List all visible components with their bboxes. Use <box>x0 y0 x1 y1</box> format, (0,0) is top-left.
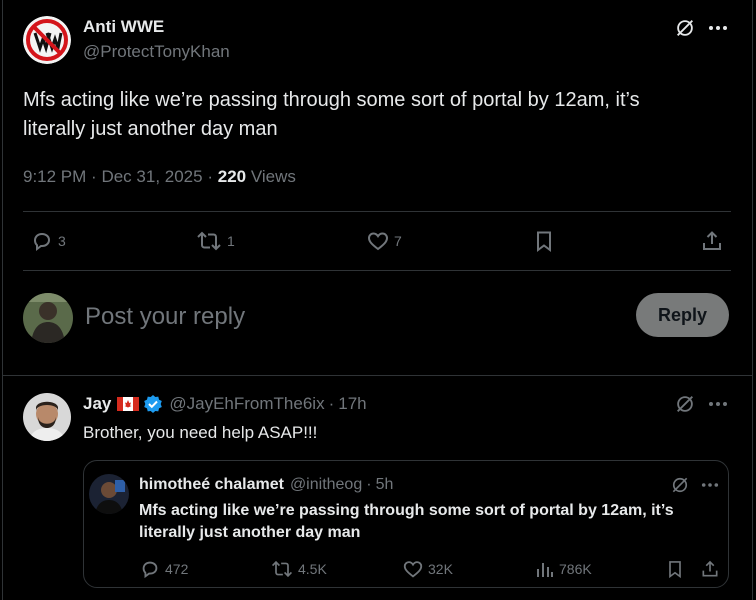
share-icon <box>703 231 721 250</box>
quoted-text: Mfs acting like we’re passing through so… <box>139 500 674 544</box>
quoted-time[interactable]: 5h <box>376 476 394 494</box>
quoted-like-action[interactable]: 32K <box>402 558 453 580</box>
separator: · <box>328 394 335 413</box>
divider <box>23 270 731 271</box>
more-icon[interactable] <box>705 392 731 416</box>
reply-action[interactable]: 3 <box>30 229 66 253</box>
views-label: Views <box>250 167 296 186</box>
repost-icon <box>271 560 293 578</box>
user-photo-icon <box>23 293 73 343</box>
like-icon <box>403 561 423 578</box>
post-meta: 9:12 PM · Dec 31, 2025 · 220 Views <box>23 167 296 187</box>
reply-icon <box>33 232 51 251</box>
repost-action[interactable]: 1 <box>195 229 235 253</box>
reply-button[interactable]: Reply <box>636 293 729 337</box>
post-date[interactable]: Dec 31, 2025 <box>101 167 202 186</box>
reply-time[interactable]: 17h <box>338 394 366 414</box>
quoted-share-action[interactable] <box>699 558 721 580</box>
repost-count: 1 <box>227 233 235 249</box>
reply-count: 3 <box>58 233 66 249</box>
grok-icon[interactable] <box>673 392 697 416</box>
reply-handle[interactable]: @JayEhFromThe6ix <box>169 394 324 414</box>
separator: · <box>91 167 97 186</box>
reply-input[interactable]: Post your reply <box>85 301 615 333</box>
quoted-repost-action[interactable]: 4.5K <box>270 558 327 580</box>
section-divider <box>2 375 753 376</box>
author-handle[interactable]: @ProtectTonyKhan <box>83 42 230 62</box>
author-display-name[interactable]: Anti WWE <box>83 17 164 37</box>
grok-icon[interactable] <box>669 474 691 496</box>
quoted-header: himotheé chalamet @initheog · 5h <box>139 476 393 494</box>
quoted-handle[interactable]: @initheog <box>290 476 362 494</box>
quoted-bookmark-action[interactable] <box>664 558 686 580</box>
grok-icon[interactable] <box>673 16 697 40</box>
quoted-author-avatar[interactable] <box>89 474 129 514</box>
quoted-repost-count: 4.5K <box>298 561 327 577</box>
more-icon[interactable] <box>698 474 722 496</box>
post-text: Mfs acting like we’re passing through so… <box>23 86 640 144</box>
quoted-text-line: literally just another day man <box>139 524 361 541</box>
views-count: 220 <box>217 167 247 186</box>
reply-header: Jay @JayEhFromThe6ix · 17h <box>83 394 367 414</box>
separator: · <box>207 167 213 186</box>
quoted-like-count: 32K <box>428 561 453 577</box>
like-icon <box>367 232 389 251</box>
quoted-reply-count: 472 <box>165 561 189 577</box>
canada-flag-icon <box>117 397 140 411</box>
like-action[interactable]: 7 <box>366 229 402 253</box>
reply-display-name[interactable]: Jay <box>83 394 111 414</box>
reply-author-avatar[interactable] <box>23 393 71 441</box>
bookmark-icon <box>669 561 681 579</box>
reply-author-photo-icon <box>23 393 71 441</box>
views-icon <box>537 563 553 577</box>
bookmark-action[interactable] <box>532 229 556 253</box>
column-border-right <box>752 0 753 600</box>
reply-text: Brother, you need help ASAP!!! <box>83 423 318 442</box>
like-count: 7 <box>394 233 402 249</box>
no-wwe-logo-icon <box>23 16 71 64</box>
post-text-line: literally just another day man <box>23 118 278 140</box>
quoted-text-line: Mfs acting like we’re passing through so… <box>139 502 674 519</box>
share-icon <box>702 560 718 577</box>
post-text-line: Mfs acting like we’re passing through so… <box>23 89 640 111</box>
column-border-left <box>2 0 3 600</box>
quoted-display-name[interactable]: himotheé chalamet <box>139 476 284 494</box>
author-avatar[interactable] <box>23 16 71 64</box>
separator: · <box>366 476 372 493</box>
quoted-views-count: 786K <box>559 561 592 577</box>
divider <box>23 211 731 212</box>
quoted-reply-action[interactable]: 472 <box>139 558 188 580</box>
current-user-avatar[interactable] <box>23 293 73 343</box>
quoted-author-photo-icon <box>89 474 129 514</box>
quoted-views-action[interactable]: 786K <box>535 558 592 580</box>
verified-badge-icon[interactable] <box>143 394 163 414</box>
more-icon[interactable] <box>705 16 731 40</box>
share-action[interactable] <box>700 229 724 253</box>
bookmark-icon <box>537 231 551 252</box>
reply-icon <box>142 561 158 579</box>
post-time[interactable]: 9:12 PM <box>23 167 86 186</box>
repost-icon <box>197 231 221 251</box>
